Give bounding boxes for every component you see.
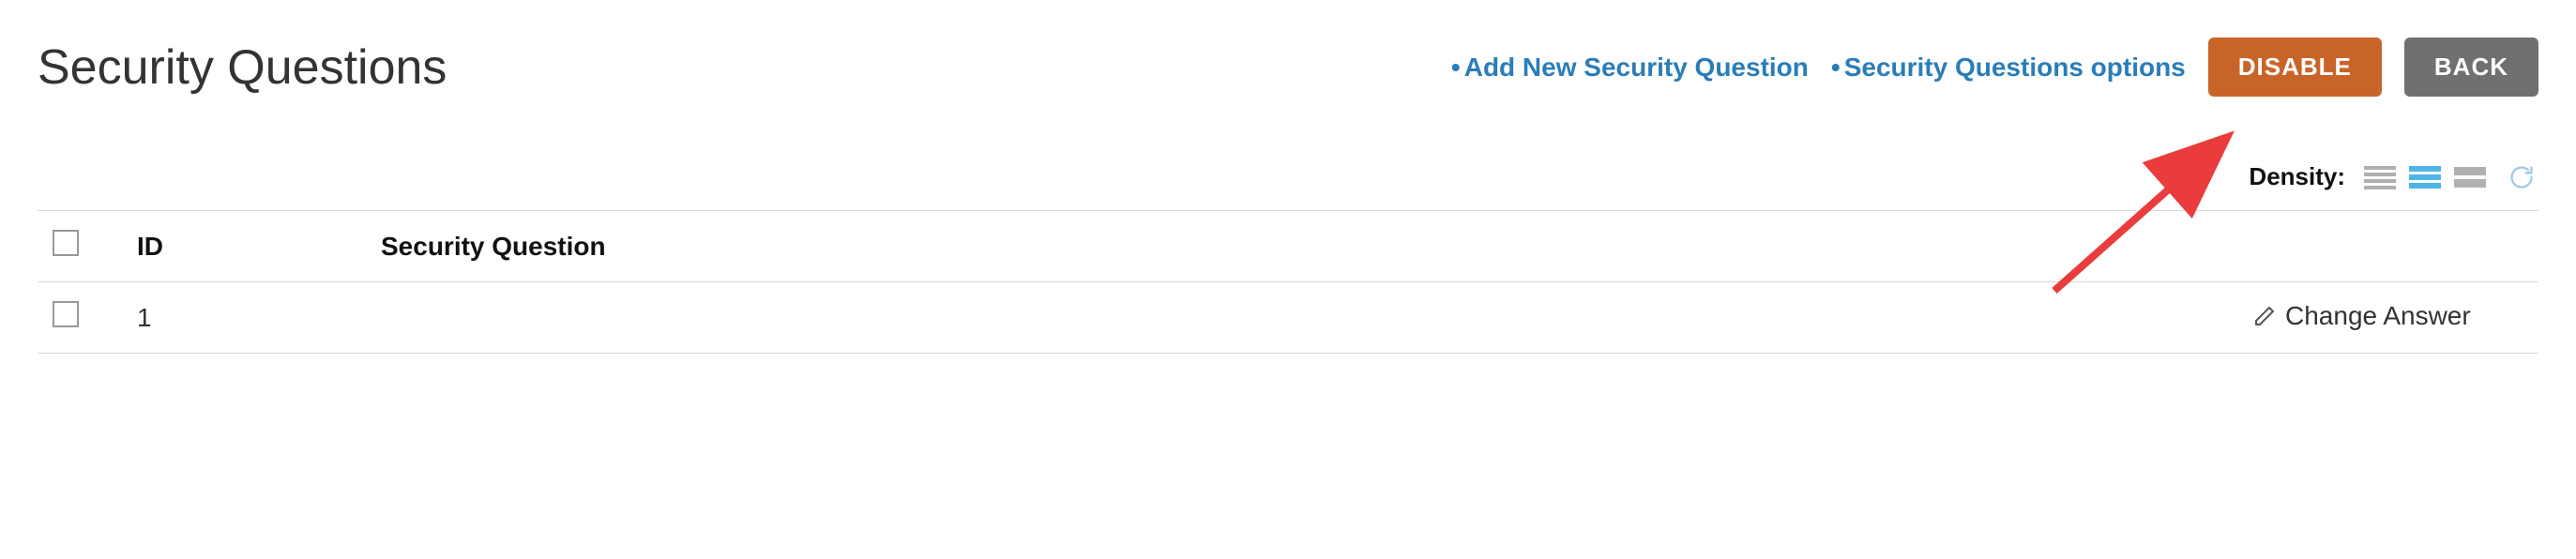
table-header-row: ID Security Question	[38, 211, 2538, 282]
header-question[interactable]: Security Question	[366, 211, 2238, 282]
add-new-security-question-link[interactable]: •Add New Security Question	[1451, 53, 1809, 83]
row-checkbox-cell	[38, 282, 122, 354]
table-toolbar: Density:	[38, 162, 2538, 191]
refresh-icon[interactable]	[2508, 164, 2535, 190]
row-checkbox[interactable]	[53, 301, 79, 327]
page-header: Security Questions •Add New Security Que…	[38, 38, 2538, 97]
row-id: 1	[122, 282, 366, 354]
back-button[interactable]: BACK	[2404, 38, 2538, 97]
header-action	[2238, 211, 2538, 282]
table-row: 1 Change Answer	[38, 282, 2538, 354]
density-large-icon[interactable]	[2454, 164, 2486, 190]
row-action-cell: Change Answer	[2238, 282, 2538, 354]
security-questions-options-link[interactable]: •Security Questions options	[1831, 53, 2186, 83]
change-answer-label: Change Answer	[2285, 301, 2471, 331]
page-title: Security Questions	[38, 39, 447, 96]
select-all-checkbox[interactable]	[53, 230, 79, 256]
header-checkbox-cell	[38, 211, 122, 282]
pencil-icon	[2253, 305, 2276, 327]
add-new-label: Add New Security Question	[1464, 53, 1809, 82]
change-answer-link[interactable]: Change Answer	[2253, 301, 2471, 331]
security-questions-table: ID Security Question 1 Change Answer	[38, 210, 2538, 354]
header-actions: •Add New Security Question •Security Que…	[1451, 38, 2538, 97]
options-label: Security Questions options	[1844, 53, 2186, 82]
density-compact-icon[interactable]	[2364, 164, 2396, 190]
density-medium-icon[interactable]	[2409, 164, 2441, 190]
disable-button[interactable]: DISABLE	[2208, 38, 2382, 97]
row-question	[366, 282, 2238, 354]
density-label: Density:	[2249, 162, 2345, 191]
header-id[interactable]: ID	[122, 211, 366, 282]
